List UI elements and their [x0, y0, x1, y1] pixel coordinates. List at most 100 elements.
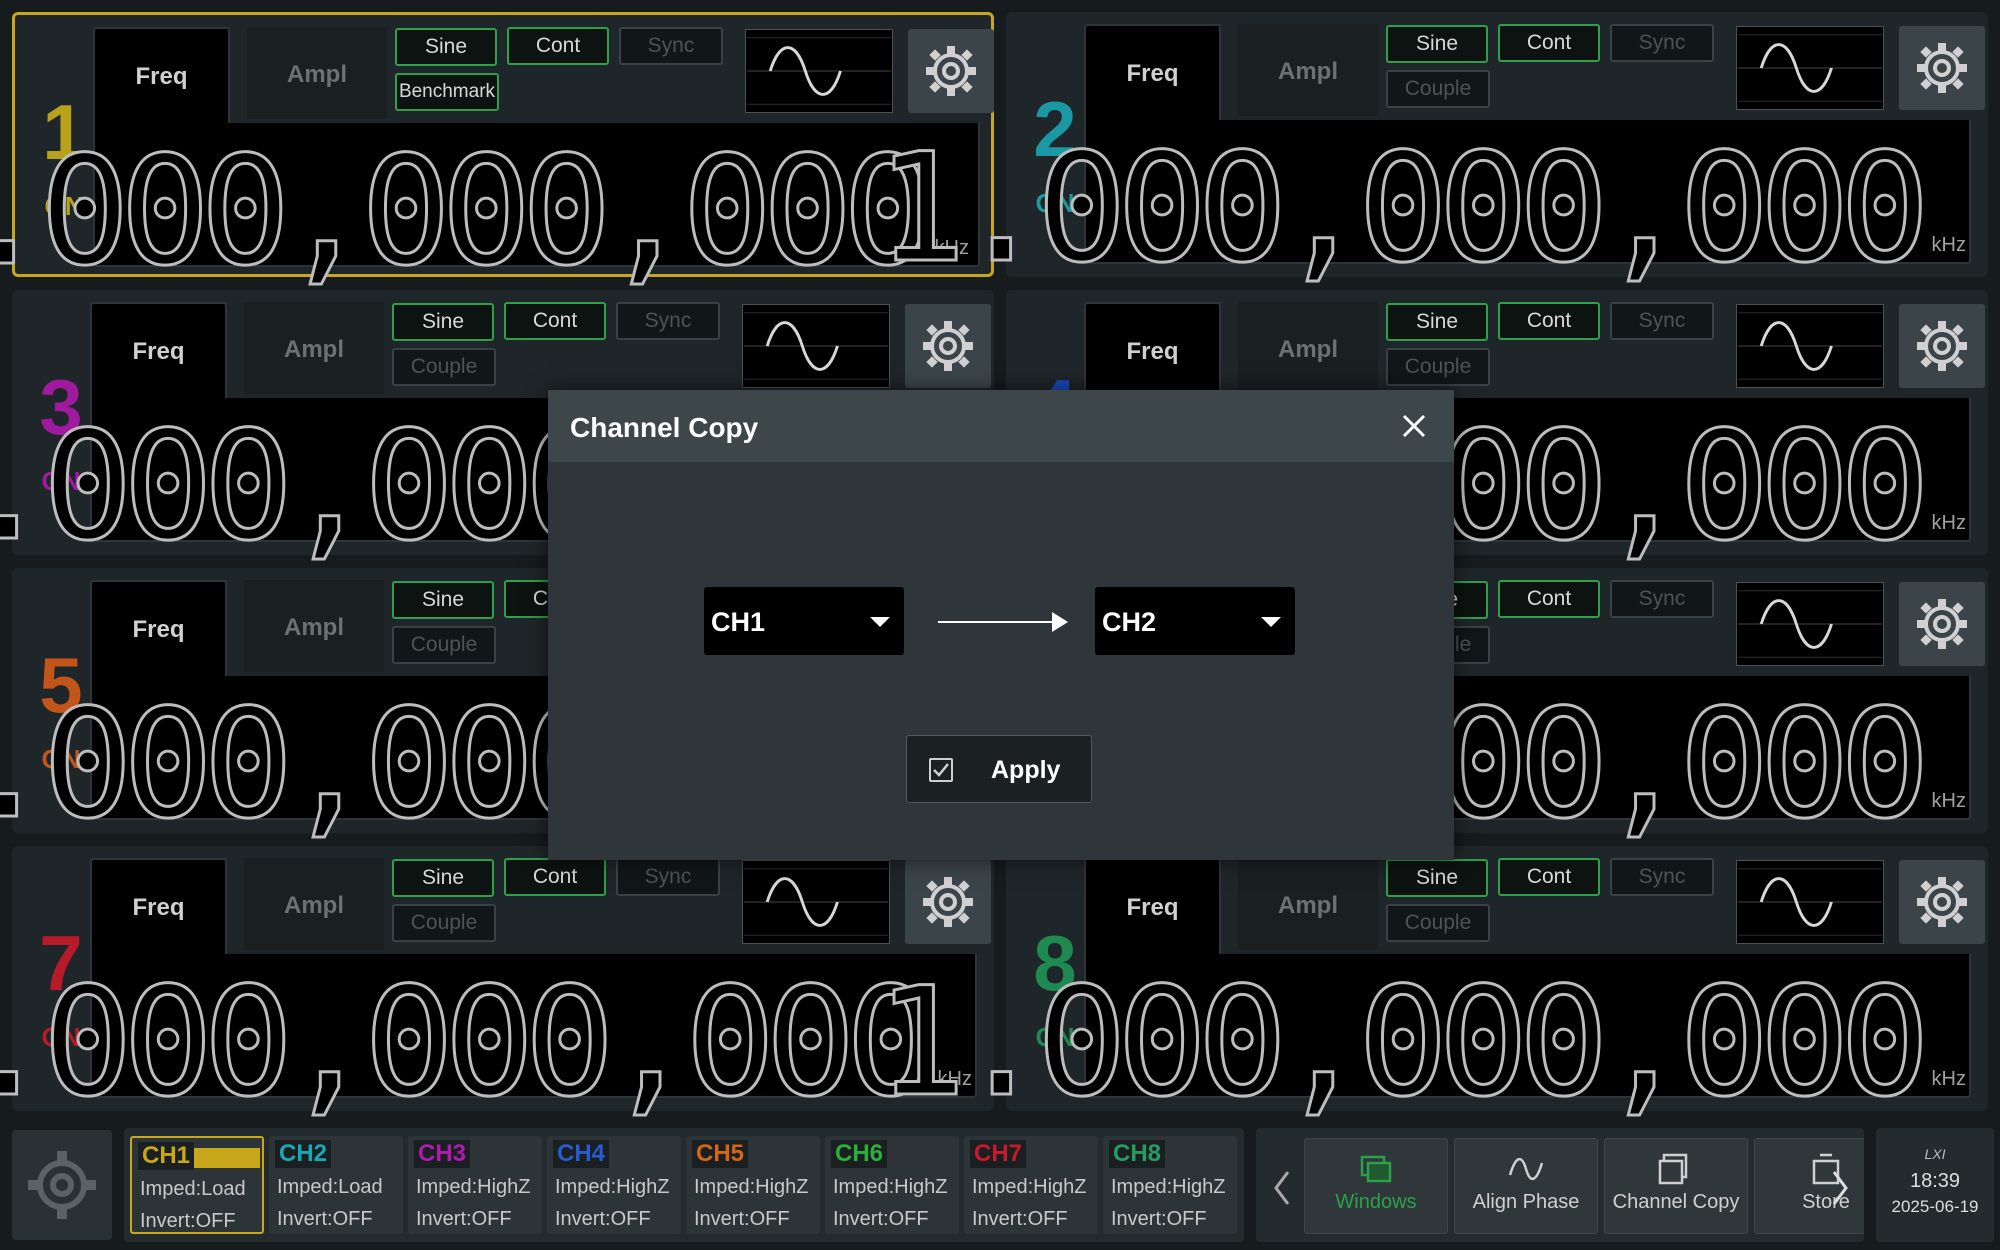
channel-settings-button[interactable]: [1899, 304, 1985, 388]
status-invert: Invert:OFF: [555, 1208, 651, 1230]
tab-freq[interactable]: Freq: [90, 580, 227, 676]
channel-settings-button[interactable]: [1899, 26, 1985, 110]
channel-settings-button[interactable]: [905, 860, 991, 944]
frequency-value[interactable]: 1.000,000,000: [0, 955, 938, 1132]
status-channel-7[interactable]: CH7 Imped:HighZ Invert:OFF: [964, 1136, 1098, 1234]
couple-button[interactable]: Couple: [1386, 70, 1490, 108]
couple-button[interactable]: Couple: [392, 904, 496, 942]
source-channel-value: CH1: [711, 607, 766, 637]
sine-wave-icon: [1736, 26, 1884, 110]
mode-button[interactable]: Cont: [1498, 24, 1600, 62]
mode-button[interactable]: Cont: [1498, 580, 1600, 618]
close-icon[interactable]: [1396, 408, 1432, 444]
tab-ampl[interactable]: Ampl: [244, 580, 384, 672]
mode-button[interactable]: Cont: [504, 858, 606, 896]
tab-ampl[interactable]: Ampl: [244, 302, 384, 394]
gear-icon: [28, 1151, 96, 1219]
apply-checkbox[interactable]: [929, 758, 953, 782]
sine-wave-icon: [1736, 582, 1884, 666]
checkmark-icon: [933, 763, 949, 777]
waveform-button[interactable]: Sine: [392, 859, 494, 897]
tab-freq[interactable]: Freq: [1084, 24, 1221, 120]
sync-button[interactable]: Sync: [1610, 302, 1714, 340]
frequency-unit: kHz: [1931, 234, 1966, 256]
apply-button[interactable]: Apply: [906, 735, 1092, 803]
tab-freq[interactable]: Freq: [1084, 858, 1221, 954]
frequency-value[interactable]: 1.000,000,000: [0, 124, 935, 301]
waveform-button[interactable]: Sine: [395, 28, 497, 66]
status-channel-2[interactable]: CH2 Imped:Load Invert:OFF: [269, 1136, 403, 1234]
couple-button[interactable]: Couple: [1386, 904, 1490, 942]
status-imped: Imped:HighZ: [416, 1176, 531, 1198]
system-settings-button[interactable]: [12, 1130, 112, 1240]
sync-button[interactable]: Sync: [1610, 580, 1714, 618]
tab-ampl[interactable]: Ampl: [244, 858, 384, 950]
source-channel-select[interactable]: CH1: [704, 587, 904, 655]
frequency-value[interactable]: 1.000,000,000: [875, 955, 1932, 1132]
benchmark-button[interactable]: Benchmark: [395, 73, 499, 111]
channel-panel-2[interactable]: 2 ON Freq Ampl Sine Cont Sync Couple 1.0…: [875, 12, 1988, 298]
channel-copy-button[interactable]: Channel Copy: [1604, 1138, 1748, 1234]
apply-label: Apply: [991, 756, 1061, 784]
mode-button[interactable]: Cont: [504, 302, 606, 340]
target-channel-select[interactable]: CH2: [1095, 587, 1295, 655]
couple-button[interactable]: Couple: [392, 626, 496, 664]
mode-button[interactable]: Cont: [1498, 858, 1600, 896]
status-channel-3[interactable]: CH3 Imped:HighZ Invert:OFF: [408, 1136, 542, 1234]
tab-ampl[interactable]: Ampl: [1238, 302, 1378, 394]
channel-panel-1[interactable]: 1 ON Freq Ampl Sine Cont Sync Benchmark: [0, 12, 994, 301]
status-channel-label: CH7: [970, 1140, 1027, 1168]
status-invert: Invert:OFF: [694, 1208, 790, 1230]
sine-wave-icon: [742, 304, 890, 388]
status-channel-1[interactable]: CH1 Imped:Load Invert:OFF: [130, 1136, 264, 1234]
tab-ampl[interactable]: Ampl: [247, 27, 387, 119]
channel-settings-button[interactable]: [1899, 582, 1985, 666]
status-channel-6[interactable]: CH6 Imped:HighZ Invert:OFF: [825, 1136, 959, 1234]
tab-ampl[interactable]: Ampl: [1238, 858, 1378, 950]
sync-button[interactable]: Sync: [616, 302, 720, 340]
status-channel-5[interactable]: CH5 Imped:HighZ Invert:OFF: [686, 1136, 820, 1234]
channel-settings-button[interactable]: [908, 29, 994, 113]
couple-button[interactable]: Couple: [392, 348, 496, 386]
mode-button[interactable]: Cont: [1498, 302, 1600, 340]
channel-panel-8[interactable]: 8 ON Freq Ampl Sine Cont Sync Couple 1.0…: [875, 846, 1988, 1132]
gear-icon: [923, 877, 973, 927]
status-imped: Imped:HighZ: [1111, 1176, 1226, 1198]
tab-freq[interactable]: Freq: [1084, 302, 1221, 398]
tab-freq[interactable]: Freq: [93, 27, 230, 123]
waveform-button[interactable]: Sine: [1386, 303, 1488, 341]
waveform-button[interactable]: Sine: [1386, 25, 1488, 63]
windows-button[interactable]: Windows: [1304, 1138, 1448, 1234]
chevron-down-icon: [1261, 617, 1281, 627]
sync-button[interactable]: Sync: [616, 858, 720, 896]
tab-freq[interactable]: Freq: [90, 302, 227, 398]
align-phase-button[interactable]: Align Phase: [1454, 1138, 1598, 1234]
channel-copy-icon: [1658, 1153, 1688, 1185]
mode-button[interactable]: Cont: [507, 27, 609, 65]
sync-button[interactable]: Sync: [1610, 24, 1714, 62]
status-channel-8[interactable]: CH8 Imped:HighZ Invert:OFF: [1103, 1136, 1237, 1234]
status-channel-label: CH4: [553, 1140, 610, 1168]
sync-button[interactable]: Sync: [619, 27, 723, 65]
sync-button[interactable]: Sync: [1610, 858, 1714, 896]
channel-settings-button[interactable]: [905, 304, 991, 388]
waveform-button[interactable]: Sine: [392, 303, 494, 341]
chevron-left-icon[interactable]: [1272, 1168, 1292, 1208]
tab-freq[interactable]: Freq: [90, 858, 227, 954]
channel-settings-button[interactable]: [1899, 860, 1985, 944]
status-imped: Imped:Load: [140, 1178, 246, 1200]
chevron-right-icon[interactable]: [1830, 1168, 1850, 1208]
frequency-value[interactable]: 1.000,000,000: [875, 121, 1932, 298]
status-channel-4[interactable]: CH4 Imped:HighZ Invert:OFF: [547, 1136, 681, 1234]
channel-panel-7[interactable]: 7 ON Freq Ampl Sine Cont Sync Couple 000…: [0, 846, 994, 1132]
tab-ampl[interactable]: Ampl: [1238, 24, 1378, 116]
gear-icon: [1917, 877, 1967, 927]
waveform-button[interactable]: Sine: [392, 581, 494, 619]
channel-copy-dialog: Channel Copy CH1 CH2 Apply: [548, 390, 1454, 860]
waveform-button[interactable]: Sine: [1386, 859, 1488, 897]
clock-date: 2025-06-19: [1891, 1197, 1979, 1216]
chevron-down-icon: [870, 617, 890, 627]
couple-button[interactable]: Couple: [1386, 348, 1490, 386]
sine-wave-icon: [1736, 304, 1884, 388]
frequency-unit: kHz: [1931, 1068, 1966, 1090]
